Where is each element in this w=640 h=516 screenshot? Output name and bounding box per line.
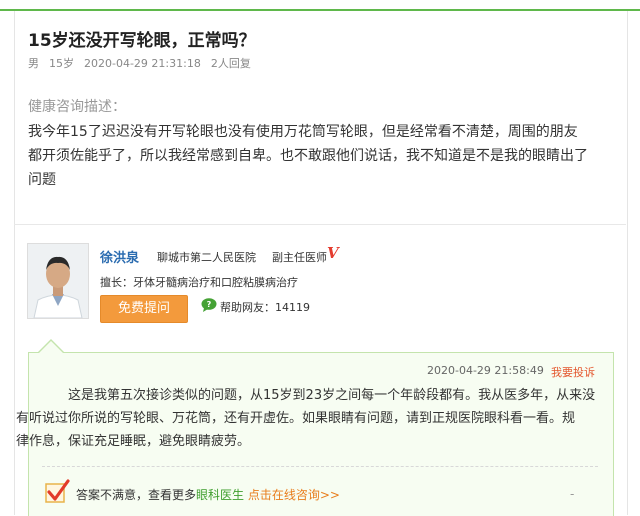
- checkmark-icon: [45, 479, 70, 503]
- question-title: 15岁还没开写轮眼，正常吗？: [28, 31, 256, 51]
- unsatisfied-text: 答案不满意，查看更多: [76, 488, 197, 502]
- description-line: 问题: [28, 172, 56, 188]
- question-time: 2020-04-29 21:31:18: [84, 57, 201, 70]
- ophthalmologist-link[interactable]: 眼科医生: [196, 488, 244, 502]
- question-meta: 男 15岁 2020-04-29 21:31:18 2人回复: [28, 55, 261, 71]
- answer-line: 有听说过你所说的写轮眼、万花筒，还有开虚佐。如果眼睛有问题，请到正规医院眼科看一…: [16, 411, 576, 426]
- doctor-hospital: 聊城市第二人民医院: [157, 251, 256, 264]
- reply-count: 2人回复: [210, 57, 251, 70]
- free-consult-button[interactable]: 免费提问: [100, 295, 188, 323]
- section-divider: [14, 224, 626, 225]
- help-bubble-icon: ?: [201, 298, 217, 312]
- doctor-avatar[interactable]: [27, 243, 89, 319]
- answer-time: 2020-04-29 21:58:49: [427, 364, 544, 377]
- answer-divider: [42, 466, 598, 467]
- v-badge-icon: V: [327, 244, 339, 262]
- description-label: 健康咨询描述：: [28, 99, 126, 115]
- report-link[interactable]: 我要投诉: [551, 364, 595, 380]
- svg-text:?: ?: [207, 300, 212, 309]
- question-gender: 男: [28, 57, 39, 70]
- doctor-photo: [28, 244, 88, 318]
- answer-body: 这是我第五次接诊类似的问题，从15岁到23岁之间每一个年龄段都有。我从医多年，从…: [16, 384, 604, 453]
- answer-line: 律作息，保证充足睡眠，避免眼睛疲劳。: [16, 434, 251, 449]
- doctor-specialty: 擅长：牙体牙髓病治疗和口腔粘膜病治疗: [100, 276, 298, 289]
- answer-pointer-fill: [39, 341, 63, 353]
- unsatisfied-prompt: 答案不满意，查看更多眼科医生 点击在线咨询>>: [76, 486, 340, 503]
- description-line: 都开须佐能乎了，所以我经常感到自卑。也不敢跟他们说话，我不知道是不是我的眼睛出了: [28, 148, 588, 164]
- doctor-title: 副主任医师: [272, 251, 327, 264]
- doctor-name[interactable]: 徐洪泉: [100, 247, 139, 266]
- collapse-dash: -: [570, 487, 575, 501]
- answer-line: 这是我第五次接诊类似的问题，从15岁到23岁之间每一个年龄段都有。我从医多年，从…: [68, 388, 596, 403]
- question-age: 15岁: [49, 57, 74, 70]
- online-consult-link[interactable]: 点击在线咨询>>: [248, 488, 340, 502]
- help-count: 帮助网友：14119: [220, 301, 310, 314]
- description-body: 我今年15了迟迟没有开写轮眼也没有使用万花筒写轮眼，但是经常看不清楚，周围的朋友…: [28, 120, 618, 192]
- description-line: 我今年15了迟迟没有开写轮眼也没有使用万花筒写轮眼，但是经常看不清楚，周围的朋友: [28, 124, 578, 140]
